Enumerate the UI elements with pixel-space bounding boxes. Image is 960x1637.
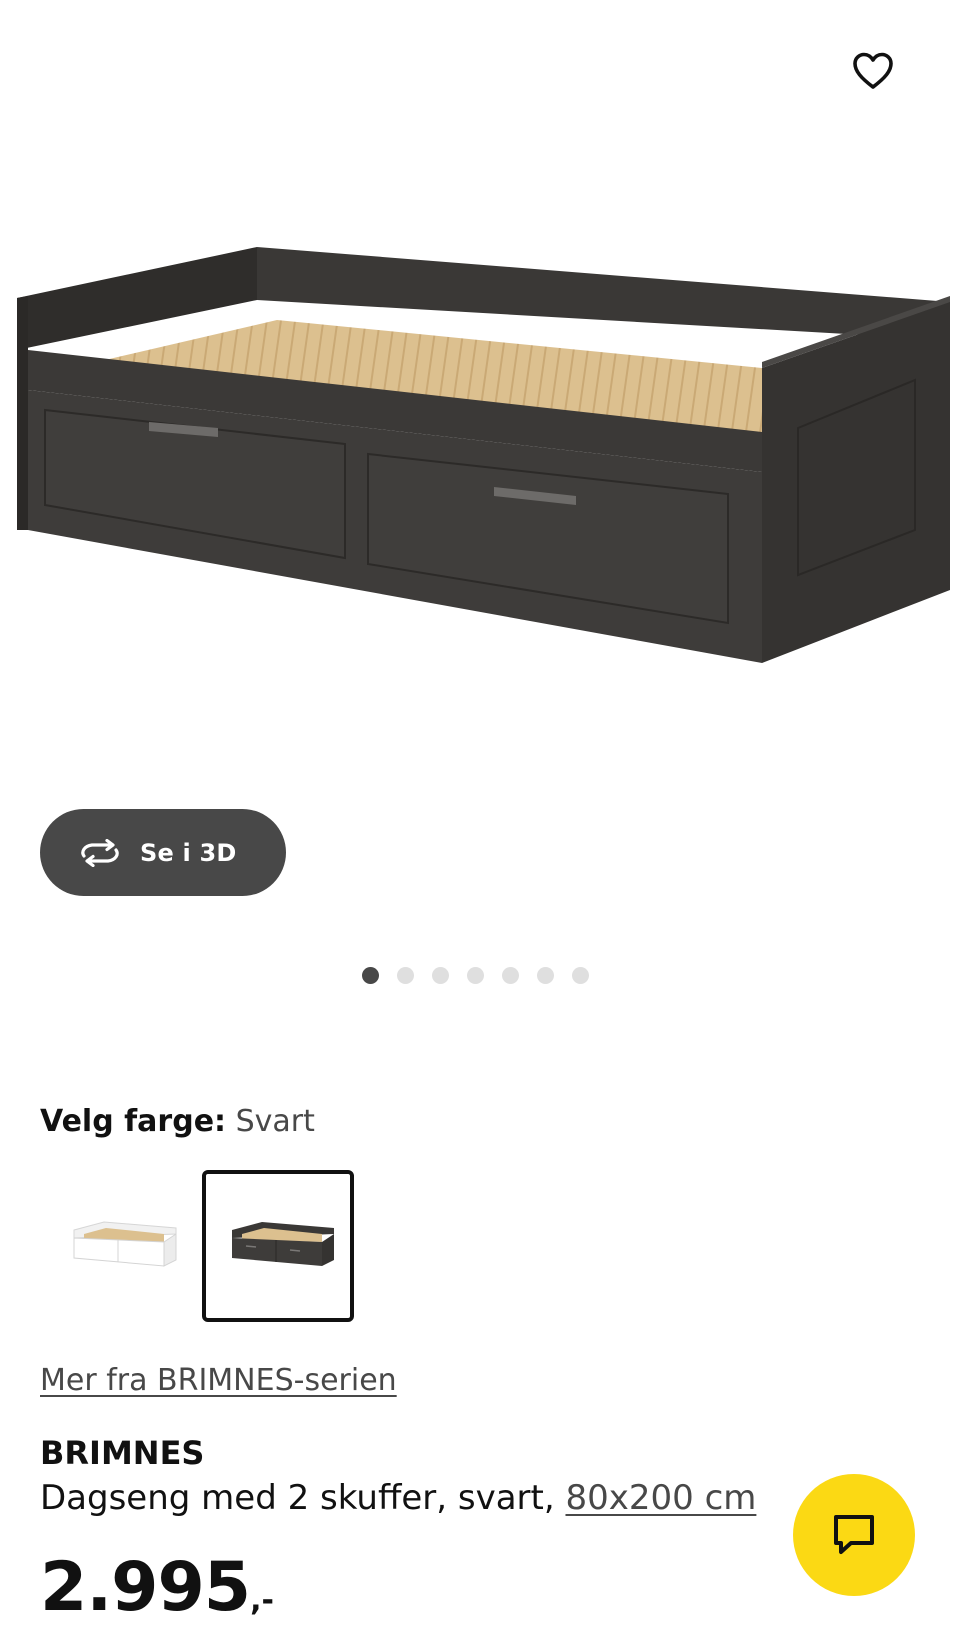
carousel-dot[interactable] — [502, 966, 519, 984]
color-picker-key: Velg farge: — [40, 1104, 227, 1139]
product-price: 2.995,- — [40, 1548, 274, 1628]
chat-bubble-icon — [834, 1515, 874, 1554]
carousel-dots — [362, 966, 607, 984]
view-3d-label: Se i 3D — [140, 838, 237, 867]
carousel-dot[interactable] — [572, 966, 589, 984]
price-suffix: ,- — [250, 1583, 274, 1618]
color-picker-value: Svart — [235, 1104, 315, 1139]
color-picker-label: Velg farge: Svart — [40, 1102, 315, 1142]
carousel-dot[interactable] — [467, 966, 484, 984]
carousel-dot[interactable] — [432, 966, 449, 984]
view-3d-button[interactable]: Se i 3D — [40, 809, 286, 896]
wishlist-button[interactable] — [842, 40, 904, 102]
product-description: Dagseng med 2 skuffer, svart, 80x200 cm — [40, 1476, 756, 1520]
price-amount: 2.995 — [40, 1548, 251, 1627]
swatch-thumbnail-white — [73, 1221, 177, 1267]
series-link[interactable]: Mer fra BRIMNES-serien — [40, 1361, 397, 1401]
product-image[interactable] — [0, 200, 960, 700]
product-name: BRIMNES — [40, 1434, 205, 1472]
carousel-dot[interactable] — [397, 966, 414, 984]
product-size-link[interactable]: 80x200 cm — [565, 1478, 756, 1518]
swatch-thumbnail-black — [232, 1222, 334, 1266]
chat-button[interactable] — [793, 1474, 915, 1596]
product-description-text: Dagseng med 2 skuffer, svart, — [40, 1478, 555, 1518]
heart-outline-icon — [853, 52, 893, 89]
color-swatch-white[interactable] — [44, 1170, 196, 1322]
rotate-3d-icon — [81, 838, 119, 867]
carousel-dot[interactable] — [537, 966, 554, 984]
color-swatch-black[interactable] — [202, 1170, 354, 1322]
carousel-dot[interactable] — [362, 966, 379, 984]
